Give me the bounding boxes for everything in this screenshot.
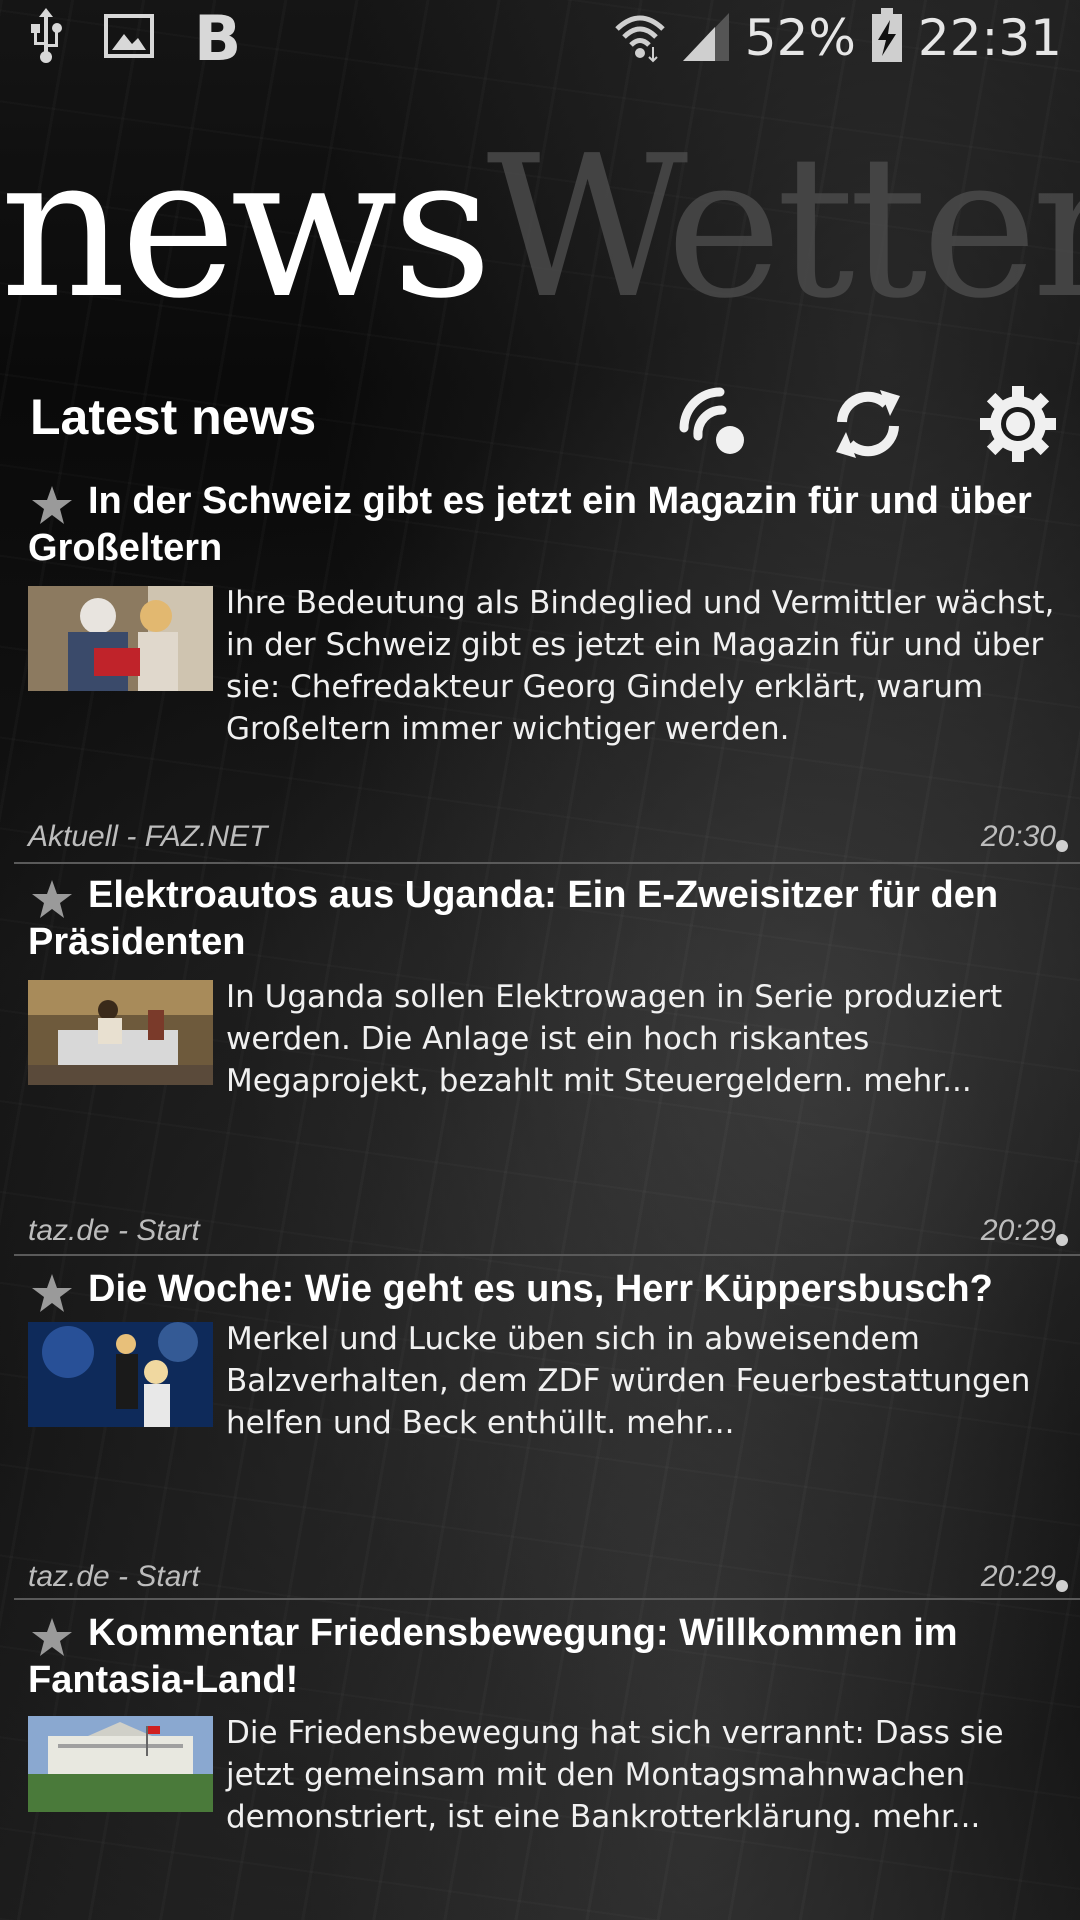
app-logo: newsWetter — [0, 118, 1080, 338]
usb-icon — [28, 8, 64, 68]
news-item[interactable]: Elektroautos aus Uganda: Ein E-Zweisitze… — [0, 872, 1080, 1262]
status-dot — [1056, 840, 1068, 852]
battery-charging-icon — [870, 8, 904, 68]
refresh-icon — [836, 390, 900, 458]
section-title: Latest news — [30, 389, 317, 445]
status-bar: B 52% 22:31 — [0, 0, 1080, 76]
clock: 22:31 — [917, 9, 1062, 67]
news-title[interactable]: Kommentar Friedensbewegung: Willkommen i… — [28, 1610, 1073, 1704]
news-description: Die Friedensbewegung hat sich verrannt: … — [226, 1715, 1004, 1835]
rss-icon — [679, 387, 744, 454]
news-title[interactable]: Die Woche: Wie geht es uns, Herr Küppers… — [28, 1266, 1073, 1313]
news-item[interactable]: Kommentar Friedensbewegung: Willkommen i… — [0, 1610, 1080, 1910]
b-app-icon: B — [194, 1, 242, 75]
wifi-icon — [613, 9, 667, 67]
news-thumbnail[interactable] — [28, 980, 213, 1085]
settings-button[interactable] — [978, 384, 1058, 464]
news-meta: Aktuell - FAZ.NET 20:30 — [28, 820, 1068, 860]
rss-button[interactable] — [676, 384, 756, 464]
news-description: Ihre Bedeutung als Bindeglied und Vermit… — [226, 585, 1055, 747]
news-description: In Uganda sollen Elektrowagen in Serie p… — [226, 979, 1003, 1099]
status-dot — [1056, 1234, 1068, 1246]
news-item[interactable]: Die Woche: Wie geht es uns, Herr Küppers… — [0, 1266, 1080, 1656]
news-thumbnail[interactable] — [28, 1322, 213, 1427]
news-meta: taz.de - Start 20:29 — [28, 1214, 1068, 1254]
news-time: 20:29 — [980, 1214, 1056, 1247]
news-item[interactable]: In der Schweiz gibt es jetzt ein Magazin… — [0, 478, 1080, 878]
news-title[interactable]: In der Schweiz gibt es jetzt ein Magazin… — [28, 478, 1073, 572]
news-meta: taz.de - Start 20:29 — [28, 1560, 1068, 1600]
news-source: taz.de - Start — [28, 1214, 200, 1247]
news-source: taz.de - Start — [28, 1560, 200, 1593]
settings-icon — [980, 386, 1056, 462]
battery-percent: 52% — [744, 9, 856, 67]
signal-icon — [681, 9, 731, 67]
news-thumbnail[interactable] — [28, 586, 213, 691]
logo-news: news — [0, 114, 493, 342]
news-title[interactable]: Elektroautos aus Uganda: Ein E-Zweisitze… — [28, 872, 1073, 966]
image-icon — [104, 14, 154, 62]
news-time: 20:29 — [980, 1560, 1056, 1593]
logo-wetter: Wetter — [486, 114, 1080, 342]
item-divider — [14, 862, 1080, 864]
item-divider — [14, 1598, 1080, 1600]
refresh-button[interactable] — [828, 384, 908, 464]
news-time: 20:30 — [980, 820, 1056, 853]
status-dot — [1056, 1580, 1068, 1592]
news-thumbnail[interactable] — [28, 1716, 213, 1812]
news-source: Aktuell - FAZ.NET — [28, 820, 268, 853]
news-description: Merkel und Lucke üben sich in abweisende… — [226, 1321, 1031, 1441]
news-header: Latest news — [0, 380, 1080, 462]
item-divider — [14, 1254, 1080, 1256]
